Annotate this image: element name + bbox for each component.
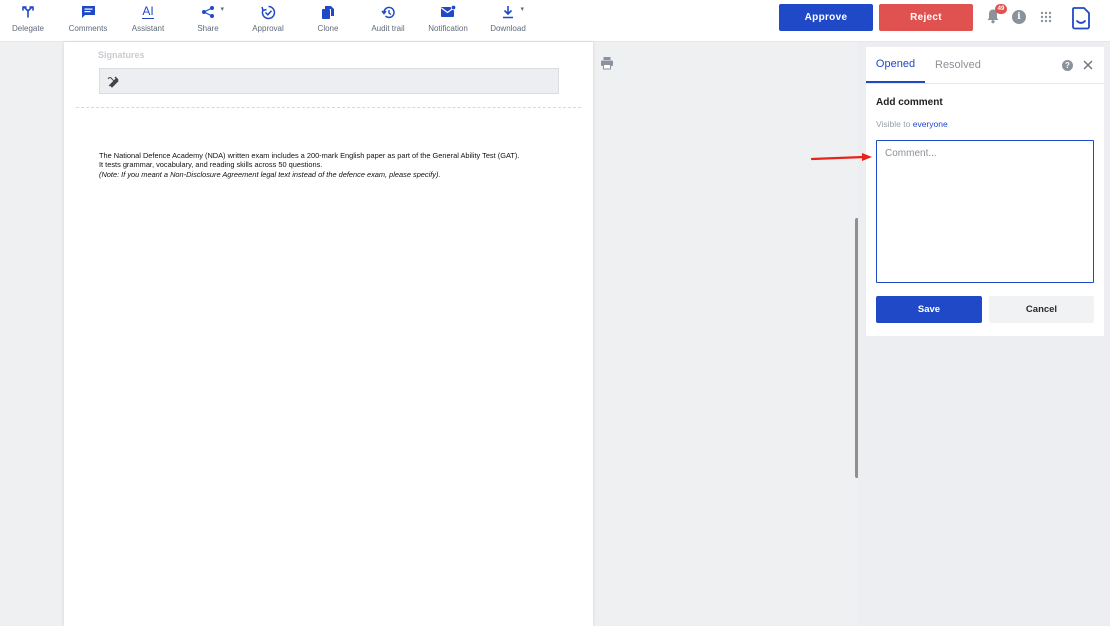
mail-notification-icon [440,3,456,21]
approval-label: Approval [252,24,284,33]
signatures-label: Signatures [98,50,145,60]
approval-tool[interactable]: Approval [238,3,298,37]
chevron-down-icon: ▾ [220,6,224,13]
notification-count-badge: 49 [995,4,1007,14]
clone-label: Clone [317,24,339,33]
download-icon: ▾ [501,3,524,21]
document-body: The National Defence Academy (NDA) writt… [99,151,569,179]
reject-button[interactable]: Reject [879,4,973,31]
share-label: Share [197,24,219,33]
brand-logo-icon[interactable] [1071,6,1091,30]
approve-button[interactable]: Approve [779,4,873,31]
document-note: (Note: If you meant a Non-Disclosure Agr… [99,169,441,179]
document-page: Signatures The National Defence Academy … [64,42,593,626]
delegate-icon [21,3,35,21]
help-icon[interactable]: ? [1062,60,1073,71]
print-icon[interactable] [600,56,614,70]
download-tool[interactable]: ▾ Download [478,3,538,37]
close-icon[interactable] [1082,59,1094,71]
share-icon: ▾ [201,3,224,21]
assistant-label: Assistant [131,24,165,33]
info-icon[interactable]: i [1012,10,1026,24]
comments-icon [81,3,96,21]
signature-field[interactable] [99,68,559,94]
audit-trail-tool[interactable]: Audit trail [358,3,418,37]
history-icon [380,3,396,21]
add-comment-title: Add comment [876,97,943,108]
top-toolbar: Delegate Comments AI Assistant ▾ Share A… [0,0,1110,42]
comments-panel: Opened Resolved ? Add comment Visible to… [866,47,1104,336]
tab-resolved[interactable]: Resolved [935,47,981,83]
download-label: Download [490,24,526,33]
cancel-button[interactable]: Cancel [989,296,1094,323]
tabs-divider [866,83,1104,84]
delegate-tool[interactable]: Delegate [0,3,58,37]
notification-tool[interactable]: Notification [418,3,478,37]
document-paragraph-2: It tests grammar, vocabulary, and readin… [99,160,323,170]
comments-label: Comments [68,24,108,33]
delegate-label: Delegate [11,24,45,33]
approval-icon [260,3,276,21]
section-divider [76,107,581,108]
clone-tool[interactable]: Clone [298,3,358,37]
tab-opened[interactable]: Opened [866,47,925,83]
ai-assistant-icon: AI [142,3,154,21]
apps-grid-icon[interactable] [1040,11,1052,23]
annotation-arrow-icon [810,153,872,161]
visibility-line: Visible to everyone [876,119,948,129]
clone-icon [321,3,335,21]
document-workspace: Signatures The National Defence Academy … [0,42,858,626]
chevron-down-icon: ▾ [520,6,524,13]
ai-glyph: AI [142,4,154,19]
document-paragraph-1: The National Defence Academy (NDA) writt… [99,151,520,160]
visibility-prefix: Visible to [876,119,911,129]
signature-pen-icon [107,76,119,88]
audit-trail-label: Audit trail [371,24,405,33]
notification-label: Notification [428,24,468,33]
visibility-link[interactable]: everyone [913,119,948,129]
comment-input[interactable] [876,140,1094,283]
assistant-tool[interactable]: AI Assistant [118,3,178,37]
comments-tool[interactable]: Comments [58,3,118,37]
save-button[interactable]: Save [876,296,982,323]
share-tool[interactable]: ▾ Share [178,3,238,37]
